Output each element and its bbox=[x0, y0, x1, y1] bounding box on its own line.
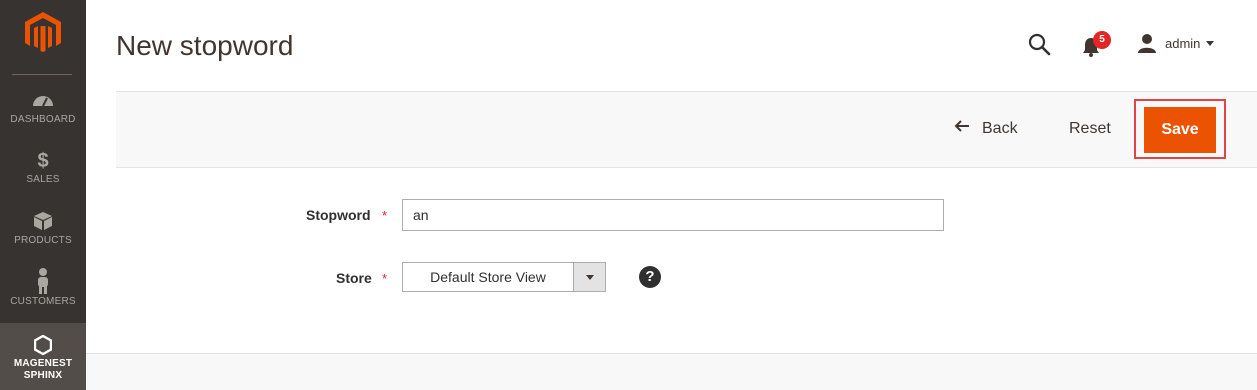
store-select[interactable]: Default Store View bbox=[402, 262, 606, 292]
notification-count-badge: 5 bbox=[1093, 31, 1111, 49]
chevron-down-icon[interactable] bbox=[573, 263, 605, 291]
admin-sidebar: DASHBOARD $ SALES PRODUCTS CUSTOMERS MAG… bbox=[0, 0, 86, 390]
required-marker: * bbox=[382, 208, 388, 223]
sidebar-item-customers[interactable]: CUSTOMERS bbox=[0, 268, 86, 328]
reset-button[interactable]: Reset bbox=[1069, 120, 1111, 138]
sidebar-item-label: CUSTOMERS bbox=[10, 296, 76, 307]
chevron-down-icon bbox=[1206, 40, 1215, 46]
search-icon[interactable] bbox=[1027, 32, 1051, 56]
page-actions-bar: Back Reset Save bbox=[116, 91, 1257, 168]
sidebar-item-label: PRODUCTS bbox=[14, 235, 72, 246]
user-name: admin bbox=[1165, 35, 1201, 51]
person-icon bbox=[0, 268, 86, 294]
sidebar-item-products[interactable]: PRODUCTS bbox=[0, 211, 86, 271]
user-icon bbox=[1138, 34, 1156, 53]
required-marker: * bbox=[382, 271, 388, 286]
dashboard-icon bbox=[0, 90, 86, 112]
magento-logo-icon[interactable] bbox=[25, 12, 61, 52]
sidebar-item-label: DASHBOARD bbox=[10, 114, 76, 125]
sidebar-item-label-line2: SPHINX bbox=[23, 370, 63, 381]
stopword-label: Stopword bbox=[306, 207, 371, 223]
notifications-button[interactable]: 5 bbox=[1081, 31, 1111, 58]
box-icon bbox=[0, 211, 86, 233]
sidebar-item-magenest-sphinx[interactable]: MAGENEST SPHINX bbox=[0, 323, 86, 390]
sidebar-item-label-line1: MAGENEST bbox=[13, 358, 73, 369]
footer-band bbox=[86, 353, 1257, 390]
hexagon-icon bbox=[0, 334, 86, 356]
sidebar-item-sales[interactable]: $ SALES bbox=[0, 150, 86, 210]
sidebar-divider bbox=[12, 74, 72, 75]
stopword-input[interactable] bbox=[402, 199, 944, 231]
page-title: New stopword bbox=[116, 30, 294, 61]
back-button-label: Back bbox=[982, 119, 1018, 137]
user-menu[interactable]: admin bbox=[1137, 32, 1215, 54]
help-icon[interactable]: ? bbox=[639, 266, 661, 288]
arrow-left-icon bbox=[954, 119, 970, 138]
store-select-value: Default Store View bbox=[430, 269, 546, 285]
sidebar-item-label: SALES bbox=[26, 174, 60, 185]
back-button[interactable]: Back bbox=[954, 119, 1018, 138]
dollar-icon: $ bbox=[37, 150, 49, 172]
app-root: DASHBOARD $ SALES PRODUCTS CUSTOMERS MAG… bbox=[0, 0, 1257, 390]
sidebar-item-dashboard[interactable]: DASHBOARD bbox=[0, 90, 86, 150]
save-button[interactable]: Save bbox=[1144, 107, 1216, 153]
store-label: Store bbox=[336, 270, 372, 286]
